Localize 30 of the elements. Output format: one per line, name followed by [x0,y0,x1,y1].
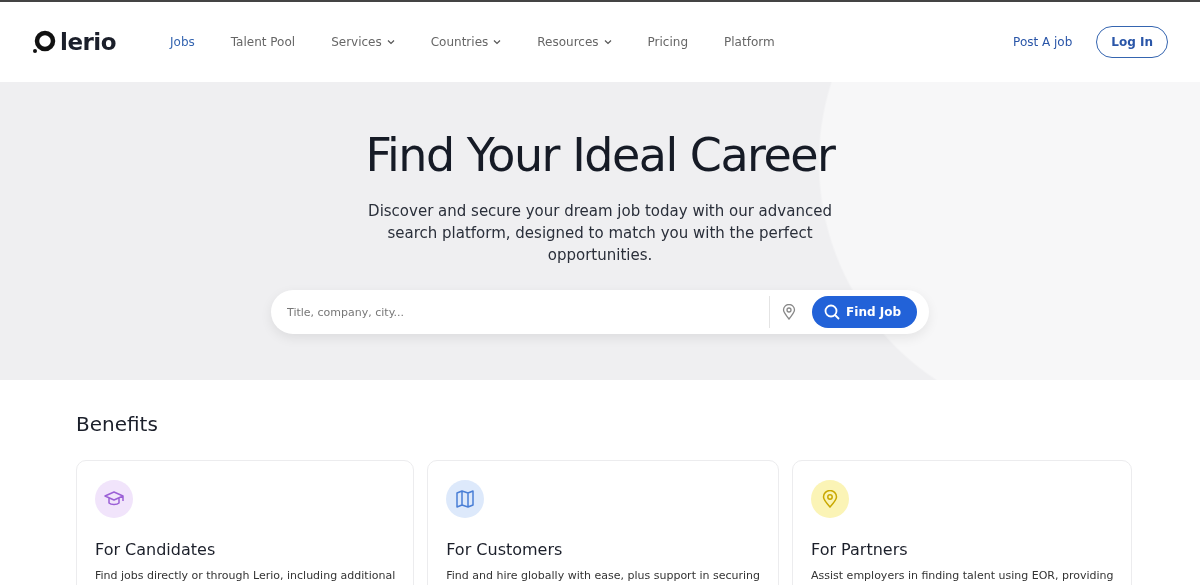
nav-link[interactable]: Countries [430,35,502,49]
card-text: Find and hire globally with ease, plus support in securing [446,569,761,582]
card-title: For Partners [811,540,909,559]
card-title: For Customers [446,540,564,559]
location-pin-icon [822,490,839,508]
chevron-down-icon [493,39,502,45]
location-pin-icon[interactable] [782,304,797,320]
chevron-down-icon [386,39,395,45]
card-text: Assist employers in finding talent using EOR, providing [811,569,1114,582]
nav-link[interactable]: Services [331,35,395,49]
nav-link[interactable]: Talent Pool [230,35,296,49]
post-job-link[interactable]: Post A job [1013,35,1073,49]
search-field[interactable]: Title, company, city... [285,304,762,320]
section-heading: Benefits [76,412,159,436]
brand-name[interactable]: lerio [60,29,116,55]
nav-link[interactable]: Jobs [170,35,195,49]
logo-ring-icon [32,30,56,54]
graduation-cap-icon [104,491,124,507]
chevron-down-icon [603,39,612,45]
hero-title: Find Your Ideal Career [365,128,835,182]
card-text: Find jobs directly or through Lerio, including additional [95,569,396,582]
find-job-button[interactable]: Find Job [812,296,917,328]
card-title: For Candidates [95,540,217,559]
search-icon [824,304,841,320]
nav-link[interactable]: Resources [537,35,612,49]
login-button[interactable]: Log In [1096,26,1168,58]
map-icon [456,490,475,508]
nav-link[interactable]: Platform [724,35,775,49]
hero-subtitle: Discover and secure your dream job today with our advanced search platform, designed to match you with the perfect opportunities. [367,201,833,266]
nav-link[interactable]: Pricing [647,35,689,49]
